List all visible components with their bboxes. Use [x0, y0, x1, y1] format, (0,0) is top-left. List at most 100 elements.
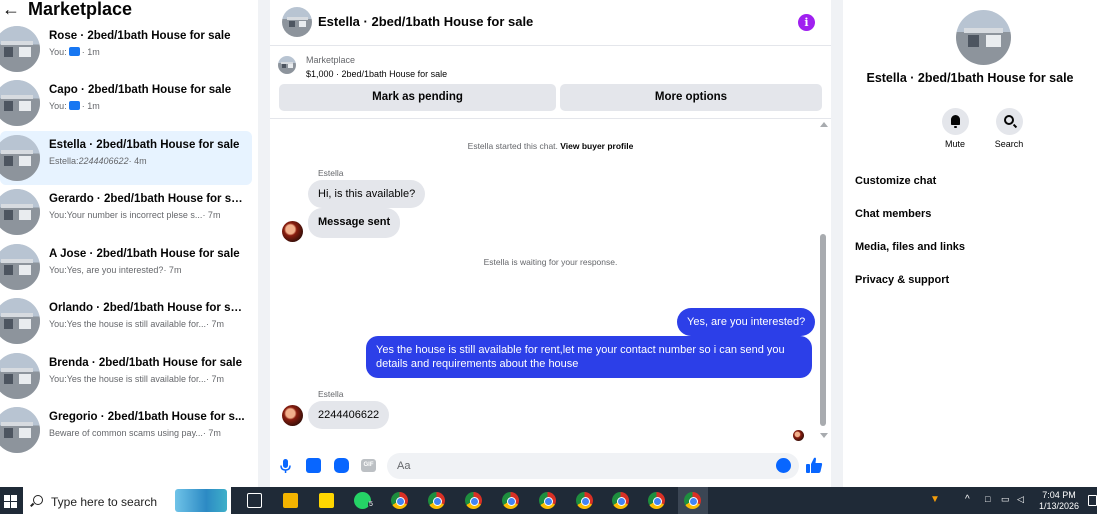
- system-clock[interactable]: 7:04 PM 1/13/2026: [1037, 490, 1081, 512]
- search-icon: [1003, 115, 1014, 125]
- taskbar-search-box[interactable]: Type here to search: [23, 487, 231, 514]
- listing-price[interactable]: $1,000 · 2bed/1bath House for sale: [306, 69, 447, 79]
- scroll-up-arrow-icon[interactable]: [820, 122, 828, 127]
- chat-panel: Estella · 2bed/1bath House for sale i Ma…: [270, 0, 831, 487]
- chat-title[interactable]: Estella · 2bed/1bath House for sale: [318, 14, 533, 29]
- more-options-button[interactable]: More options: [560, 84, 822, 111]
- sender-name: Estella: [318, 168, 344, 178]
- conversation-prefix: Estella:: [49, 156, 79, 166]
- whatsapp-badge: 5: [368, 501, 374, 508]
- message-input[interactable]: Aa: [387, 453, 799, 479]
- chrome-icon[interactable]: [684, 492, 701, 509]
- outgoing-message: Yes, are you interested?: [677, 308, 816, 336]
- show-hidden-icons-icon[interactable]: ^: [965, 494, 970, 505]
- chrome-icon[interactable]: [502, 492, 519, 509]
- microphone-icon[interactable]: [278, 458, 293, 473]
- search-label: Search: [994, 139, 1024, 149]
- chrome-icon[interactable]: [612, 492, 629, 509]
- conversation-prefix: You:: [49, 319, 67, 329]
- photo-icon[interactable]: [306, 458, 321, 473]
- conversation-snippet: Your number is incorrect plese s...: [66, 210, 203, 220]
- conversation-item-active[interactable]: Estella · 2bed/1bath House for sale Este…: [0, 131, 252, 185]
- thumbs-up-send-icon[interactable]: [805, 456, 823, 474]
- incoming-message: Message sent: [308, 208, 401, 238]
- sticky-notes-icon[interactable]: [319, 493, 334, 508]
- scroll-down-arrow-icon[interactable]: [820, 433, 828, 438]
- conversation-name: Capo · 2bed/1bath House for sale: [49, 84, 232, 96]
- incoming-message: Hi, is this available?: [308, 180, 426, 208]
- emoji-icon[interactable]: [776, 458, 791, 473]
- buyer-avatar[interactable]: [282, 405, 303, 426]
- listing-banner: Marketplace $1,000 · 2bed/1bath House fo…: [270, 47, 831, 119]
- gif-icon[interactable]: GIF: [361, 459, 376, 472]
- conversation-item[interactable]: Capo · 2bed/1bath House for sale You: · …: [0, 76, 252, 130]
- listing-source-label: Marketplace: [306, 55, 356, 65]
- incoming-message: 2244406622: [308, 401, 390, 429]
- conversation-item[interactable]: Gerardo · 2bed/1bath House for sale You:…: [0, 185, 252, 239]
- weather-icon[interactable]: ▼: [930, 494, 940, 505]
- conversation-name: Gerardo · 2bed/1bath House for sale: [49, 193, 245, 205]
- volume-icon[interactable]: ◁: [1017, 494, 1024, 505]
- conversation-name: Rose · 2bed/1bath House for sale: [49, 30, 231, 42]
- mute-label: Mute: [944, 139, 965, 149]
- mark-as-pending-button[interactable]: Mark as pending: [279, 84, 556, 111]
- chrome-icon[interactable]: [428, 492, 445, 509]
- battery-icon[interactable]: ▭: [1001, 494, 1010, 505]
- clock-date: 1/13/2026: [1038, 501, 1080, 511]
- chrome-icon[interactable]: [465, 492, 482, 509]
- message-scrollbar[interactable]: [818, 120, 828, 442]
- conversation-time: · 1m: [81, 101, 100, 111]
- seen-receipt-avatar: [793, 430, 804, 441]
- conversation-snippet: Beware of common scams using pay...: [49, 428, 203, 438]
- windows-start-icon[interactable]: [4, 495, 17, 508]
- listing-thumbnail: [0, 80, 40, 126]
- info-icon[interactable]: i: [798, 14, 815, 31]
- conversation-item[interactable]: Rose · 2bed/1bath House for sale You: · …: [0, 22, 252, 76]
- menu-privacy-support[interactable]: Privacy & support: [855, 274, 949, 286]
- conversation-name: Gregorio · 2bed/1bath House for s...: [49, 411, 245, 423]
- conversation-item[interactable]: A Jose · 2bed/1bath House for sale You: …: [0, 240, 252, 294]
- search-button[interactable]: Search: [989, 108, 1029, 149]
- view-buyer-profile-link[interactable]: View buyer profile: [560, 141, 633, 151]
- buyer-avatar[interactable]: [282, 221, 303, 242]
- outgoing-message: Yes the house is still available for ren…: [366, 336, 812, 378]
- chrome-icon[interactable]: [576, 492, 593, 509]
- conversation-prefix: You:: [49, 265, 67, 275]
- chat-started-notice: Estella started this chat. View buyer pr…: [270, 141, 831, 151]
- conversation-time: · 7m: [202, 210, 221, 220]
- conversation-snippet: 2244406622: [78, 156, 129, 166]
- conversation-time: · 4m: [128, 156, 147, 166]
- back-arrow-icon[interactable]: ←: [2, 0, 20, 18]
- menu-customize-chat[interactable]: Customize chat: [855, 175, 936, 187]
- conversation-prefix: You:: [49, 101, 67, 111]
- conversation-time: · 7m: [163, 265, 182, 275]
- network-icon[interactable]: □: [985, 494, 990, 504]
- details-title: Estella · 2bed/1bath House for sale: [866, 71, 1074, 85]
- task-view-icon[interactable]: [247, 493, 262, 508]
- chat-avatar[interactable]: [282, 7, 312, 37]
- menu-chat-members[interactable]: Chat members: [855, 208, 931, 220]
- listing-thumbnail: [0, 244, 40, 290]
- conversation-time: · 1m: [81, 47, 100, 57]
- messenger-app: ← Marketplace Rose · 2bed/1bath House fo…: [0, 0, 1097, 487]
- chat-details-panel: Estella · 2bed/1bath House for sale Mute…: [843, 0, 1097, 487]
- conversation-item[interactable]: Gregorio · 2bed/1bath House for s... Bew…: [0, 403, 252, 457]
- conversation-item[interactable]: Brenda · 2bed/1bath House for sale You: …: [0, 349, 252, 403]
- search-highlight-image: [175, 489, 227, 512]
- conversation-snippet: Yes, are you interested?: [66, 265, 164, 275]
- marketplace-title: Marketplace: [28, 0, 133, 19]
- mute-button[interactable]: Mute: [935, 108, 975, 149]
- chrome-icon[interactable]: [539, 492, 556, 509]
- conversation-prefix: You:: [49, 47, 67, 57]
- details-avatar: [956, 10, 1011, 65]
- file-explorer-icon[interactable]: [283, 493, 298, 508]
- conversation-item[interactable]: Orlando · 2bed/1bath House for sale You:…: [0, 294, 252, 348]
- scrollbar-thumb[interactable]: [820, 234, 826, 426]
- chrome-icon[interactable]: [648, 492, 665, 509]
- chrome-icon[interactable]: [391, 492, 408, 509]
- listing-thumbnail: [0, 135, 40, 181]
- menu-media-files-links[interactable]: Media, files and links: [855, 241, 965, 253]
- notification-center-icon[interactable]: [1088, 495, 1097, 506]
- conversation-name: A Jose · 2bed/1bath House for sale: [49, 248, 240, 260]
- sticker-icon[interactable]: [334, 458, 349, 473]
